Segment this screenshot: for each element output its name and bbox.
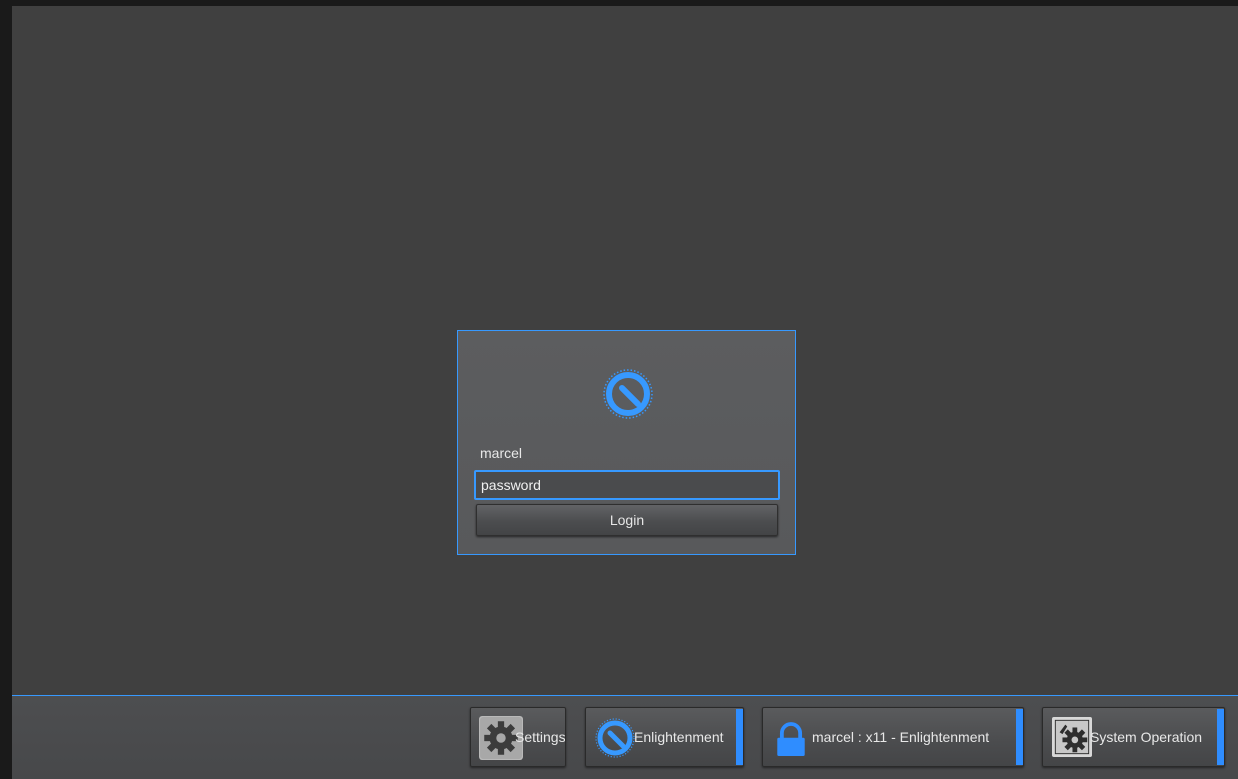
login-username: marcel xyxy=(480,445,523,461)
active-indicator xyxy=(736,709,743,765)
shelf-item-session[interactable]: marcel : x11 - Enlightenment xyxy=(762,707,1024,767)
shelf-item-enlightenment[interactable]: Enlightenment xyxy=(585,707,744,767)
shelf-item-settings[interactable]: Settings xyxy=(470,707,566,767)
screen-left-edge xyxy=(0,0,12,779)
shelf-item-label: Enlightenment xyxy=(634,729,724,745)
active-indicator xyxy=(1217,709,1224,765)
login-screen: marcel Login Settings Enlightenment marc… xyxy=(12,6,1238,779)
login-button[interactable]: Login xyxy=(476,504,778,536)
enlightenment-logo-icon xyxy=(595,718,635,758)
lock-icon xyxy=(777,722,805,756)
bottom-shelf: Settings Enlightenment marcel : x11 - En… xyxy=(12,695,1238,779)
active-indicator xyxy=(1016,709,1023,765)
password-input[interactable] xyxy=(474,470,780,500)
shelf-item-label: Settings xyxy=(515,729,566,745)
shelf-item-system-operation[interactable]: System Operation xyxy=(1042,707,1225,767)
system-operation-icon xyxy=(1052,717,1092,757)
shelf-item-label: System Operation xyxy=(1090,729,1203,745)
shelf-item-label: marcel : x11 - Enlightenment xyxy=(812,729,990,745)
login-dialog: marcel Login xyxy=(457,330,796,555)
enlightenment-logo-icon xyxy=(603,369,653,419)
